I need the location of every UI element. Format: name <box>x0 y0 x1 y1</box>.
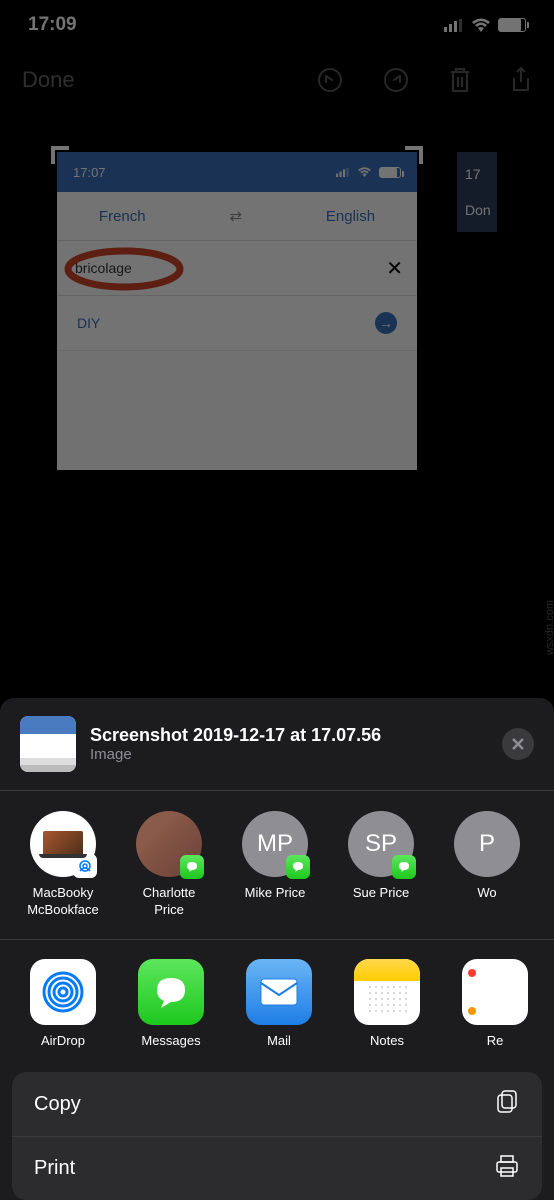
contact-sue[interactable]: SP Sue Price <box>342 811 420 919</box>
avatar: SP <box>348 811 414 877</box>
contact-name: Wo <box>477 885 496 902</box>
messages-icon <box>138 959 204 1025</box>
copy-action[interactable]: Copy <box>12 1072 542 1136</box>
app-name: Re <box>487 1033 504 1048</box>
contact-macbook[interactable]: MacBooky McBookface <box>24 811 102 919</box>
share-subtitle: Image <box>90 746 488 763</box>
contact-name: MacBooky McBookface <box>24 885 102 919</box>
avatar: MP <box>242 811 308 877</box>
avatar <box>30 811 96 877</box>
print-icon <box>494 1153 520 1185</box>
share-sheet: Screenshot 2019-12-17 at 17.07.56 Image … <box>0 698 554 1200</box>
airdrop-contacts-row[interactable]: MacBooky McBookface Charlotte Price MP M… <box>0 791 554 939</box>
app-name: AirDrop <box>41 1033 85 1048</box>
app-notes[interactable]: Notes <box>348 959 426 1048</box>
airdrop-badge-icon <box>73 854 97 878</box>
app-airdrop[interactable]: AirDrop <box>24 959 102 1048</box>
notes-icon <box>354 959 420 1025</box>
share-thumbnail <box>20 716 76 772</box>
action-label: Print <box>34 1157 75 1180</box>
mail-icon <box>246 959 312 1025</box>
contact-name: Charlotte Price <box>130 885 208 919</box>
apps-row[interactable]: AirDrop Messages Mail Notes Re <box>0 939 554 1068</box>
contact-mike[interactable]: MP Mike Price <box>236 811 314 919</box>
app-messages[interactable]: Messages <box>132 959 210 1048</box>
app-name: Messages <box>141 1033 200 1048</box>
action-label: Copy <box>34 1093 81 1116</box>
messages-badge-icon <box>392 855 416 879</box>
app-partial[interactable]: Re <box>456 959 534 1048</box>
app-mail[interactable]: Mail <box>240 959 318 1048</box>
close-button[interactable] <box>502 728 534 760</box>
actions-list: Copy Print <box>12 1072 542 1200</box>
contact-charlotte[interactable]: Charlotte Price <box>130 811 208 919</box>
avatar: P <box>454 811 520 877</box>
contact-partial[interactable]: P Wo <box>448 811 526 919</box>
airdrop-icon <box>30 959 96 1025</box>
app-name: Notes <box>370 1033 404 1048</box>
avatar <box>136 811 202 877</box>
share-title: Screenshot 2019-12-17 at 17.07.56 <box>90 725 488 746</box>
contact-name: Sue Price <box>353 885 409 902</box>
messages-badge-icon <box>286 855 310 879</box>
watermark: wsxdn.com <box>544 600 554 655</box>
close-icon <box>511 737 525 751</box>
contact-name: Mike Price <box>245 885 306 902</box>
copy-icon <box>494 1088 520 1120</box>
messages-badge-icon <box>180 855 204 879</box>
reminders-icon <box>462 959 528 1025</box>
print-action[interactable]: Print <box>12 1136 542 1200</box>
app-name: Mail <box>267 1033 291 1048</box>
